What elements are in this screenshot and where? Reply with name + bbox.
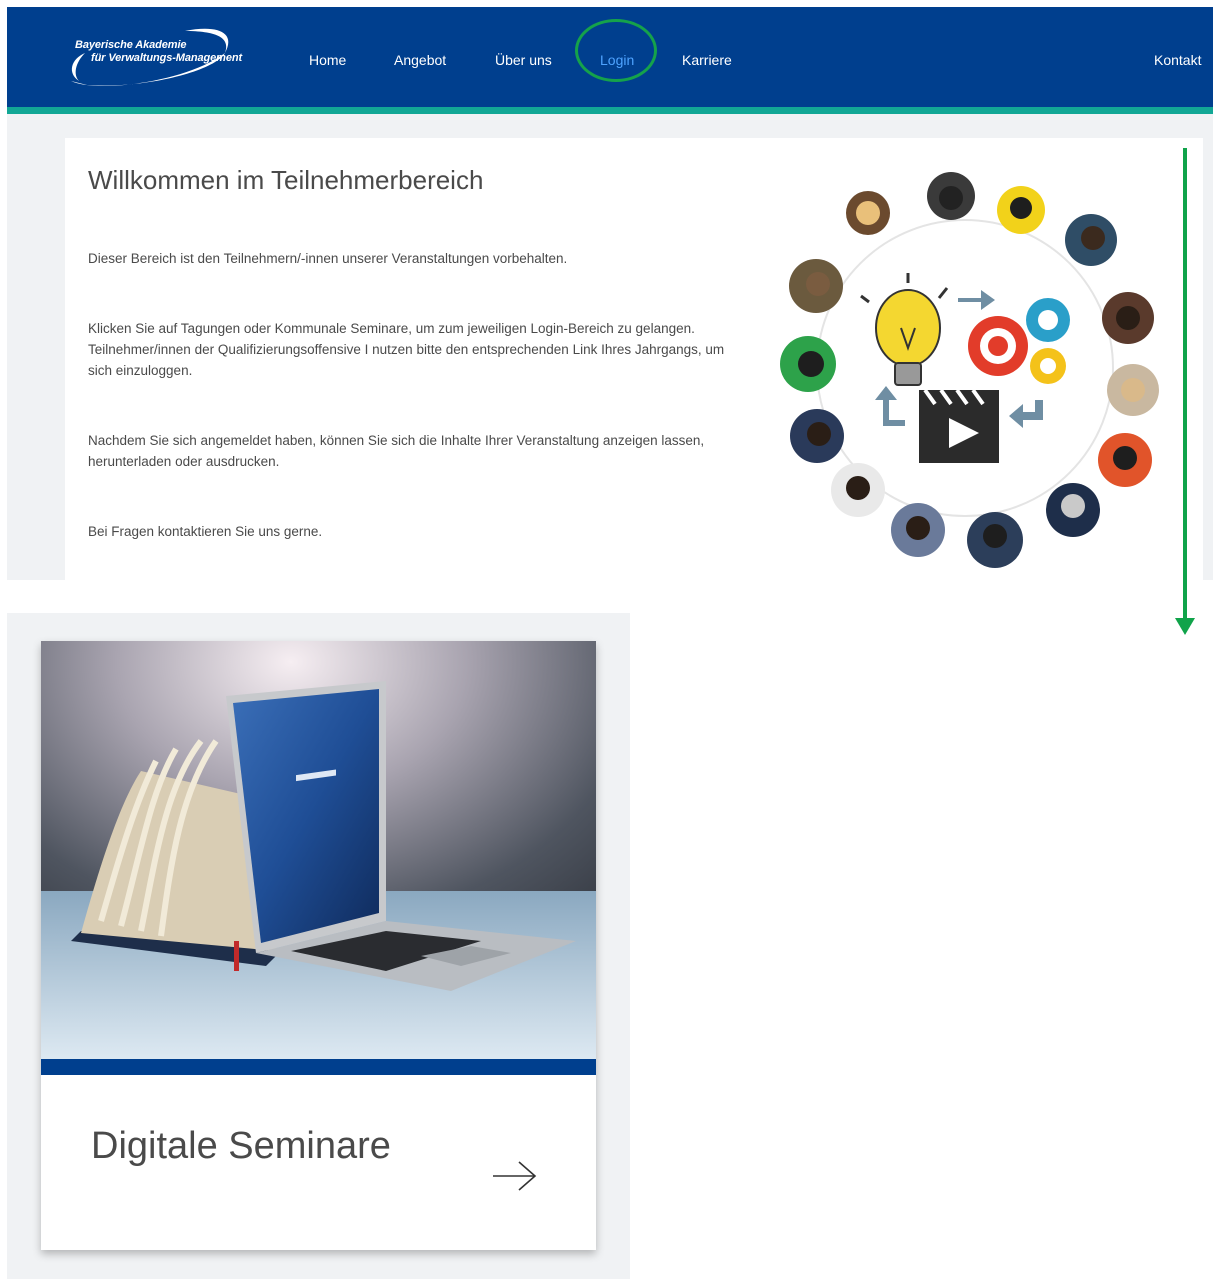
teamwork-illustration xyxy=(773,168,1168,578)
nav-angebot[interactable]: Angebot xyxy=(394,52,446,68)
arrow-right-icon[interactable] xyxy=(491,1159,539,1193)
logo-text-line1: Bayerische Akademie xyxy=(75,39,187,51)
login-instructions-paragraph: Klicken Sie auf Tagungen oder Kommunale … xyxy=(88,321,725,378)
laptop-book-image xyxy=(41,641,596,1059)
logo-text-line2: für Verwaltungs-Management xyxy=(91,52,243,64)
scroll-down-annotation-arrowhead xyxy=(1175,618,1195,635)
tile-title: Digitale Seminare xyxy=(91,1125,391,1167)
nav-home[interactable]: Home xyxy=(309,52,346,68)
header-accent-stripe xyxy=(7,107,1213,114)
contact-paragraph: Bei Fragen kontaktieren Sie uns gerne. xyxy=(88,524,323,539)
nav-karriere[interactable]: Karriere xyxy=(682,52,732,68)
intro-paragraph: Dieser Bereich ist den Teilnehmern/-inne… xyxy=(88,251,568,266)
digital-seminars-tile[interactable]: Digitale Seminare xyxy=(41,641,596,1250)
login-highlight-annotation xyxy=(575,19,657,82)
tile-accent-bar xyxy=(41,1059,596,1075)
nav-ueber-uns[interactable]: Über uns xyxy=(495,52,552,68)
content-access-paragraph: Nachdem Sie sich angemeldet haben, könne… xyxy=(88,433,705,469)
page-title: Willkommen im Teilnehmerbereich xyxy=(88,165,484,195)
nav-kontakt[interactable]: Kontakt xyxy=(1154,52,1201,68)
scroll-down-annotation-line xyxy=(1183,148,1187,622)
play-button-icon xyxy=(919,388,999,463)
academy-logo[interactable]: Bayerische Akademie für Verwaltungs-Mana… xyxy=(65,23,261,89)
